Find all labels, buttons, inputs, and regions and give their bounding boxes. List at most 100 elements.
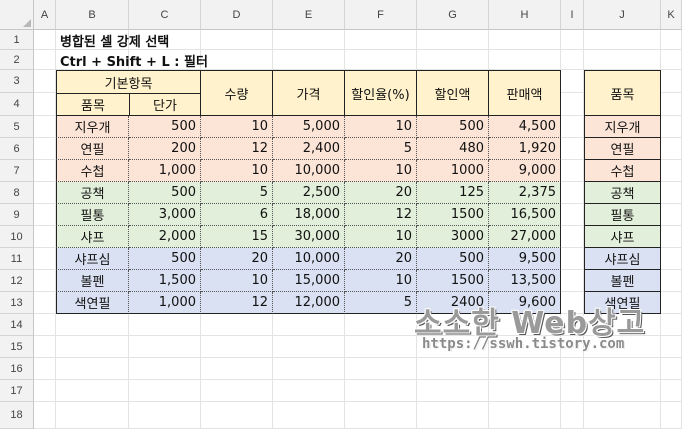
side-list-item[interactable]: 공책	[584, 182, 661, 204]
table-cell[interactable]: 15,000	[273, 270, 345, 292]
table-cell[interactable]: 18,000	[273, 204, 345, 226]
column-header-i[interactable]: I	[561, 0, 584, 30]
column-header-k[interactable]: K	[661, 0, 682, 30]
table-cell[interactable]: 5,000	[273, 116, 345, 138]
table-cell[interactable]: 1,000	[129, 160, 201, 182]
table-item-name[interactable]: 연필	[56, 138, 129, 160]
row-header-3[interactable]: 3	[0, 70, 34, 93]
side-list-item[interactable]: 연필	[584, 138, 661, 160]
row-header-6[interactable]: 6	[0, 138, 34, 160]
table-cell[interactable]: 500	[417, 116, 489, 138]
table-item-name[interactable]: 수첩	[56, 160, 129, 182]
table-cell[interactable]: 2,500	[273, 182, 345, 204]
table-cell[interactable]: 12	[345, 204, 417, 226]
row-header-10[interactable]: 10	[0, 226, 34, 248]
column-header-f[interactable]: F	[345, 0, 417, 30]
header-unit-price[interactable]: 단가	[129, 93, 201, 116]
table-cell[interactable]: 12	[201, 292, 273, 314]
table-cell[interactable]: 1000	[417, 160, 489, 182]
side-list-item[interactable]: 필통	[584, 204, 661, 226]
table-cell[interactable]: 2,400	[273, 138, 345, 160]
table-cell[interactable]: 500	[129, 182, 201, 204]
table-cell[interactable]: 500	[129, 248, 201, 270]
row-header-16[interactable]: 16	[0, 358, 34, 380]
column-header-c[interactable]: C	[129, 0, 201, 30]
table-cell[interactable]: 20	[345, 248, 417, 270]
row-header-7[interactable]: 7	[0, 160, 34, 182]
table-item-name[interactable]: 볼펜	[56, 270, 129, 292]
table-cell[interactable]: 480	[417, 138, 489, 160]
table-cell[interactable]: 5	[345, 138, 417, 160]
table-item-name[interactable]: 필통	[56, 204, 129, 226]
side-list-item[interactable]: 샤프심	[584, 248, 661, 270]
row-header-15[interactable]: 15	[0, 336, 34, 358]
table-cell[interactable]: 5	[345, 292, 417, 314]
table-cell[interactable]: 9,500	[489, 248, 561, 270]
table-cell[interactable]: 13,500	[489, 270, 561, 292]
table-cell[interactable]: 9,000	[489, 160, 561, 182]
side-list-item[interactable]: 볼펜	[584, 270, 661, 292]
header-basic-items[interactable]: 기본항목	[56, 70, 201, 93]
table-cell[interactable]: 10	[345, 116, 417, 138]
table-cell[interactable]: 20	[345, 182, 417, 204]
select-all-corner[interactable]	[0, 0, 34, 30]
table-item-name[interactable]: 샤프심	[56, 248, 129, 270]
title-line-1[interactable]: 병합된 셀 강제 선택	[56, 30, 456, 50]
header-quantity[interactable]: 수량	[201, 70, 273, 116]
table-cell[interactable]: 20	[201, 248, 273, 270]
header-sales[interactable]: 판매액	[489, 70, 561, 116]
row-header-12[interactable]: 12	[0, 270, 34, 292]
table-cell[interactable]: 9,600	[489, 292, 561, 314]
table-cell[interactable]: 1,500	[129, 270, 201, 292]
row-header-18[interactable]: 18	[0, 402, 34, 429]
table-cell[interactable]: 27,000	[489, 226, 561, 248]
column-header-g[interactable]: G	[417, 0, 489, 30]
table-cell[interactable]: 3000	[417, 226, 489, 248]
row-header-13[interactable]: 13	[0, 292, 34, 314]
row-header-1[interactable]: 1	[0, 30, 34, 50]
table-cell[interactable]: 10	[201, 160, 273, 182]
header-discount[interactable]: 할인액	[417, 70, 489, 116]
table-cell[interactable]: 12,000	[273, 292, 345, 314]
table-cell[interactable]: 500	[129, 116, 201, 138]
side-list-item[interactable]: 샤프	[584, 226, 661, 248]
column-header-h[interactable]: H	[489, 0, 561, 30]
table-cell[interactable]: 6	[201, 204, 273, 226]
table-item-name[interactable]: 지우개	[56, 116, 129, 138]
table-item-name[interactable]: 공책	[56, 182, 129, 204]
table-cell[interactable]: 5	[201, 182, 273, 204]
table-cell[interactable]: 10	[201, 116, 273, 138]
side-list-item[interactable]: 지우개	[584, 116, 661, 138]
table-cell[interactable]: 10	[345, 270, 417, 292]
table-item-name[interactable]: 색연필	[56, 292, 129, 314]
table-cell[interactable]: 1500	[417, 204, 489, 226]
side-list-item[interactable]: 색연필	[584, 292, 661, 314]
column-header-e[interactable]: E	[273, 0, 345, 30]
header-item[interactable]: 품목	[56, 93, 129, 116]
table-cell[interactable]: 1500	[417, 270, 489, 292]
table-cell[interactable]: 10,000	[273, 160, 345, 182]
header-price[interactable]: 가격	[273, 70, 345, 116]
table-cell[interactable]: 3,000	[129, 204, 201, 226]
table-cell[interactable]: 10,000	[273, 248, 345, 270]
table-cell[interactable]: 15	[201, 226, 273, 248]
table-cell[interactable]: 2,000	[129, 226, 201, 248]
row-header-4[interactable]: 4	[0, 93, 34, 116]
row-header-14[interactable]: 14	[0, 314, 34, 336]
table-cell[interactable]: 200	[129, 138, 201, 160]
table-cell[interactable]: 10	[345, 160, 417, 182]
column-header-b[interactable]: B	[56, 0, 129, 30]
table-cell[interactable]: 500	[417, 248, 489, 270]
header-discount-rate[interactable]: 할인율(%)	[345, 70, 417, 116]
table-cell[interactable]: 2,375	[489, 182, 561, 204]
table-cell[interactable]: 4,500	[489, 116, 561, 138]
side-list-header[interactable]: 품목	[584, 70, 661, 116]
row-header-5[interactable]: 5	[0, 116, 34, 138]
table-cell[interactable]: 10	[345, 226, 417, 248]
table-cell[interactable]: 2400	[417, 292, 489, 314]
row-header-11[interactable]: 11	[0, 248, 34, 270]
table-cell[interactable]: 1,000	[129, 292, 201, 314]
column-header-j[interactable]: J	[584, 0, 661, 30]
table-cell[interactable]: 30,000	[273, 226, 345, 248]
row-header-17[interactable]: 17	[0, 380, 34, 402]
